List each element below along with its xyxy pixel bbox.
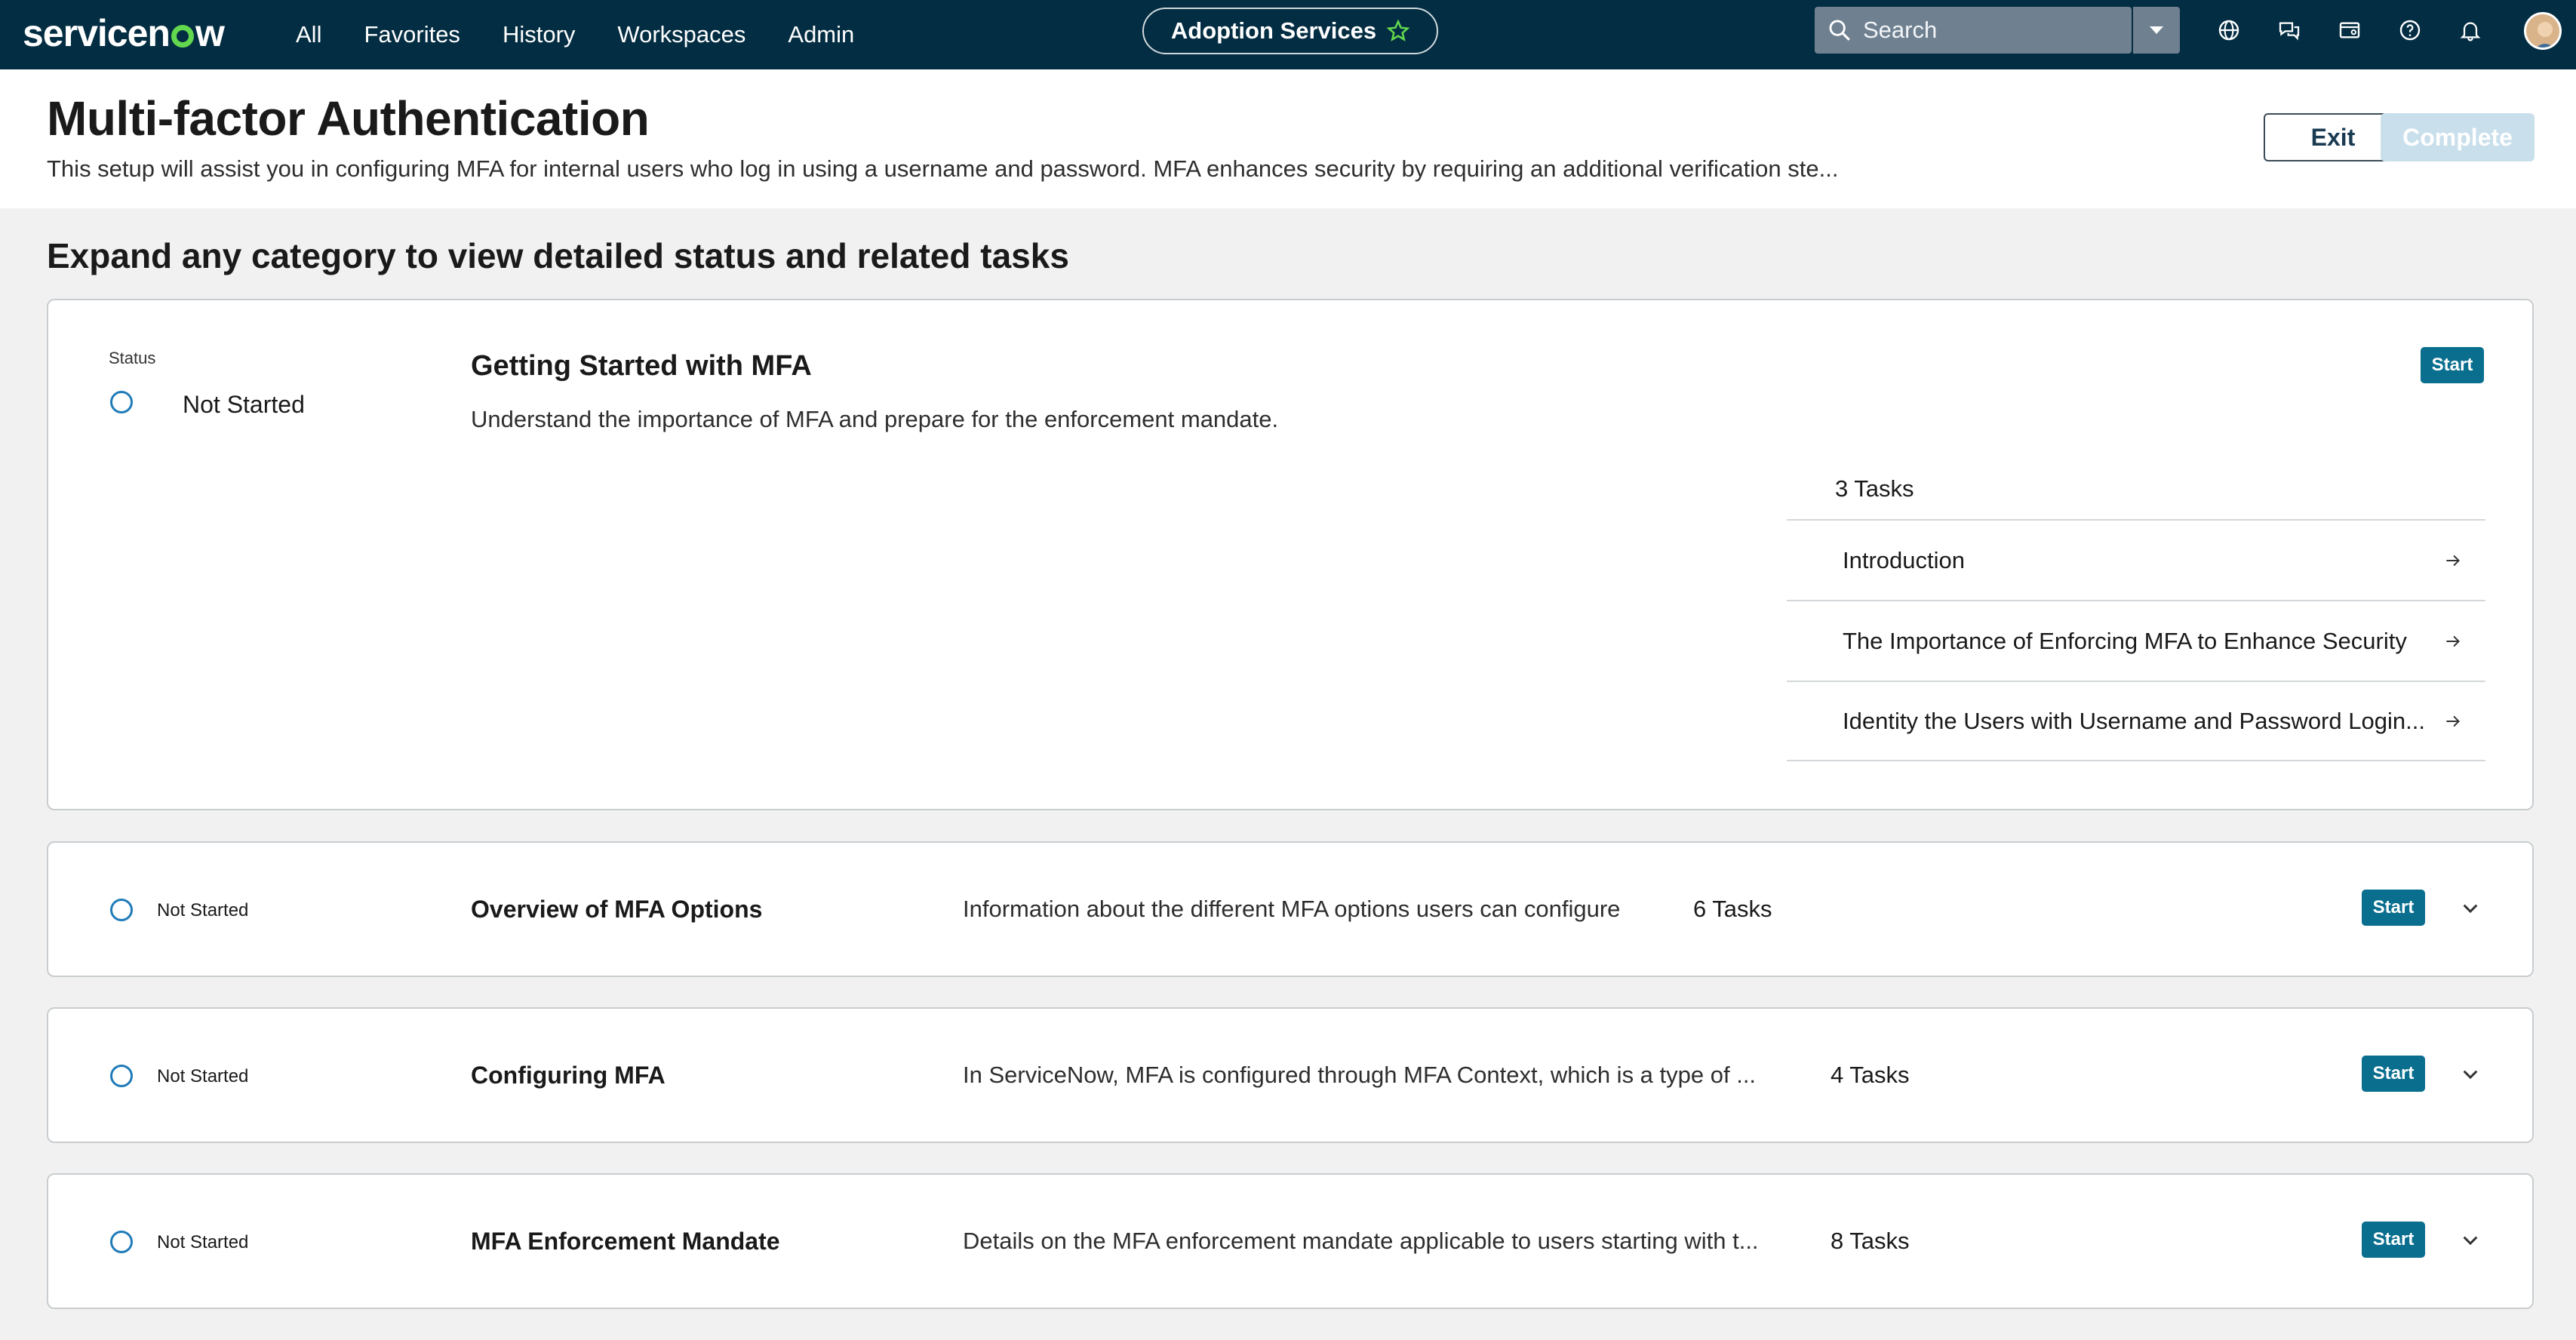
card-icon[interactable] <box>2336 17 2363 44</box>
tasks-count: 8 Tasks <box>1831 1228 1910 1254</box>
star-icon[interactable] <box>1387 20 1410 42</box>
status-circle-icon <box>110 1065 133 1087</box>
start-button[interactable]: Start <box>2362 1056 2425 1092</box>
nav-item-workspaces[interactable]: Workspaces <box>617 21 745 48</box>
status-text: Not Started <box>157 1232 249 1252</box>
tasks-count: 4 Tasks <box>1831 1062 1910 1088</box>
bell-icon[interactable] <box>2457 17 2484 44</box>
tasks-count: 6 Tasks <box>1693 896 1772 922</box>
category-description: Understand the importance of MFA and pre… <box>471 406 1279 432</box>
category-description: Information about the different MFA opti… <box>963 896 1621 922</box>
nav-item-admin[interactable]: Admin <box>788 21 854 48</box>
search-scope-dropdown[interactable] <box>2133 7 2180 54</box>
nav-item-all[interactable]: All <box>296 21 321 48</box>
logo-part-w: w <box>195 12 225 54</box>
task-list: Introduction The Importance of Enforcing… <box>1787 519 2485 761</box>
search-icon <box>1829 20 1850 41</box>
status-circle-icon <box>110 1231 133 1253</box>
page-header: Multi-factor Authentication This setup w… <box>0 69 2576 208</box>
search-box <box>1815 7 2132 54</box>
page-description: This setup will assist you in configurin… <box>47 155 1839 182</box>
logo-part-service: servicen <box>23 12 171 54</box>
user-avatar[interactable] <box>2524 12 2562 50</box>
start-button[interactable]: Start <box>2421 347 2484 383</box>
chat-icon[interactable] <box>2276 17 2303 44</box>
globe-icon[interactable] <box>2215 17 2242 44</box>
task-label: Identity the Users with Username and Pas… <box>1843 707 2425 734</box>
top-navigation: servicenow servicenw All Favorites Histo… <box>0 0 2576 69</box>
workspace-selector[interactable]: Adoption Services <box>1142 8 1438 54</box>
task-label: The Importance of Enforcing MFA to Enhan… <box>1843 627 2407 654</box>
task-label: Introduction <box>1843 546 1965 573</box>
page-title: Multi-factor Authentication <box>47 91 650 146</box>
category-card-getting-started: Status Not Started Getting Started with … <box>47 299 2534 810</box>
arrow-right-icon <box>2446 635 2460 647</box>
chevron-down-icon[interactable] <box>2455 893 2485 923</box>
logo-o-ring <box>171 25 194 48</box>
status-label: Status <box>109 349 156 367</box>
arrow-right-icon <box>2446 715 2460 727</box>
category-title[interactable]: Overview of MFA Options <box>471 896 762 924</box>
chevron-down-icon[interactable] <box>2455 1225 2485 1255</box>
category-description: Details on the MFA enforcement mandate a… <box>963 1228 1759 1254</box>
category-title[interactable]: MFA Enforcement Mandate <box>471 1228 780 1255</box>
status-text: Not Started <box>157 900 249 920</box>
status-text: Not Started <box>183 391 305 418</box>
nav-icon-bar <box>2215 0 2517 60</box>
nav-item-favorites[interactable]: Favorites <box>364 21 460 48</box>
nav-item-history[interactable]: History <box>503 21 575 48</box>
task-row-introduction[interactable]: Introduction <box>1787 519 2485 600</box>
caret-down-icon <box>2150 26 2163 34</box>
category-card-enforcement[interactable]: Not Started MFA Enforcement Mandate Deta… <box>47 1173 2534 1309</box>
tasks-count: 3 Tasks <box>1835 475 1914 502</box>
arrow-right-icon <box>2446 555 2460 566</box>
help-icon[interactable] <box>2396 17 2424 44</box>
status-text: Not Started <box>157 1066 249 1086</box>
category-card-overview[interactable]: Not Started Overview of MFA Options Info… <box>47 841 2534 977</box>
workspace-label: Adoption Services <box>1170 17 1377 44</box>
start-button[interactable]: Start <box>2362 1222 2425 1258</box>
status-circle-icon <box>110 899 133 921</box>
task-row-importance[interactable]: The Importance of Enforcing MFA to Enhan… <box>1787 600 2485 681</box>
chevron-down-icon[interactable] <box>2455 1059 2485 1089</box>
category-card-configuring[interactable]: Not Started Configuring MFA In ServiceNo… <box>47 1007 2534 1143</box>
task-row-identify-users[interactable]: Identity the Users with Username and Pas… <box>1787 681 2485 761</box>
servicenow-logo[interactable]: servicenow servicenw <box>23 6 225 60</box>
category-title[interactable]: Configuring MFA <box>471 1062 666 1090</box>
avatar-image <box>2526 14 2559 48</box>
search-input[interactable] <box>1863 17 2104 44</box>
category-description: In ServiceNow, MFA is configured through… <box>963 1062 1757 1088</box>
complete-button[interactable]: Complete <box>2381 113 2535 161</box>
start-button[interactable]: Start <box>2362 890 2425 926</box>
section-heading: Expand any category to view detailed sta… <box>47 236 1069 275</box>
category-title[interactable]: Getting Started with MFA <box>471 350 812 383</box>
nav-menu: All Favorites History Workspaces Admin <box>296 0 896 69</box>
status-circle-icon <box>110 391 133 413</box>
